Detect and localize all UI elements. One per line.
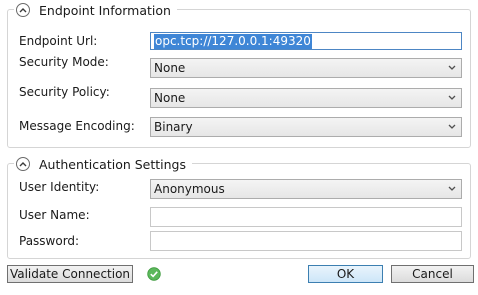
- security-policy-select[interactable]: None: [150, 88, 462, 108]
- endpoint-information-header: Endpoint Information: [14, 1, 177, 19]
- user-identity-select[interactable]: Anonymous: [150, 179, 462, 199]
- collapse-endpoint-button[interactable]: [16, 3, 30, 17]
- chevron-down-icon: [448, 95, 456, 100]
- user-name-input[interactable]: [150, 207, 462, 227]
- endpoint-url-label: Endpoint Url:: [19, 34, 98, 48]
- collapse-authentication-button[interactable]: [16, 157, 30, 171]
- validate-connection-button[interactable]: Validate Connection: [7, 265, 133, 283]
- password-label: Password:: [19, 234, 80, 248]
- security-mode-label: Security Mode:: [19, 55, 109, 69]
- security-mode-select[interactable]: None: [150, 58, 462, 78]
- ok-button[interactable]: OK: [308, 265, 383, 283]
- chevron-down-icon: [448, 124, 456, 129]
- cancel-button[interactable]: Cancel: [391, 265, 474, 283]
- message-encoding-label: Message Encoding:: [19, 119, 135, 133]
- security-policy-value: None: [154, 91, 186, 105]
- password-input[interactable]: [150, 231, 462, 251]
- chevron-down-icon: [448, 65, 456, 70]
- security-policy-label: Security Policy:: [19, 85, 110, 99]
- authentication-settings-header: Authentication Settings: [14, 155, 193, 173]
- message-encoding-select[interactable]: Binary: [150, 117, 462, 137]
- user-name-label: User Name:: [19, 208, 90, 222]
- authentication-settings-title: Authentication Settings: [39, 156, 187, 172]
- check-circle-icon: [147, 267, 161, 281]
- endpoint-url-value: opc.tcp://127.0.0.1:49320: [154, 34, 312, 49]
- chevron-up-icon: [19, 162, 27, 167]
- chevron-down-icon: [448, 186, 456, 191]
- message-encoding-value: Binary: [154, 120, 193, 134]
- security-mode-value: None: [154, 61, 186, 75]
- user-identity-label: User Identity:: [19, 180, 100, 194]
- user-identity-value: Anonymous: [154, 182, 225, 196]
- endpoint-information-title: Endpoint Information: [39, 2, 171, 18]
- endpoint-url-field[interactable]: opc.tcp://127.0.0.1:49320: [150, 32, 462, 50]
- chevron-up-icon: [19, 8, 27, 13]
